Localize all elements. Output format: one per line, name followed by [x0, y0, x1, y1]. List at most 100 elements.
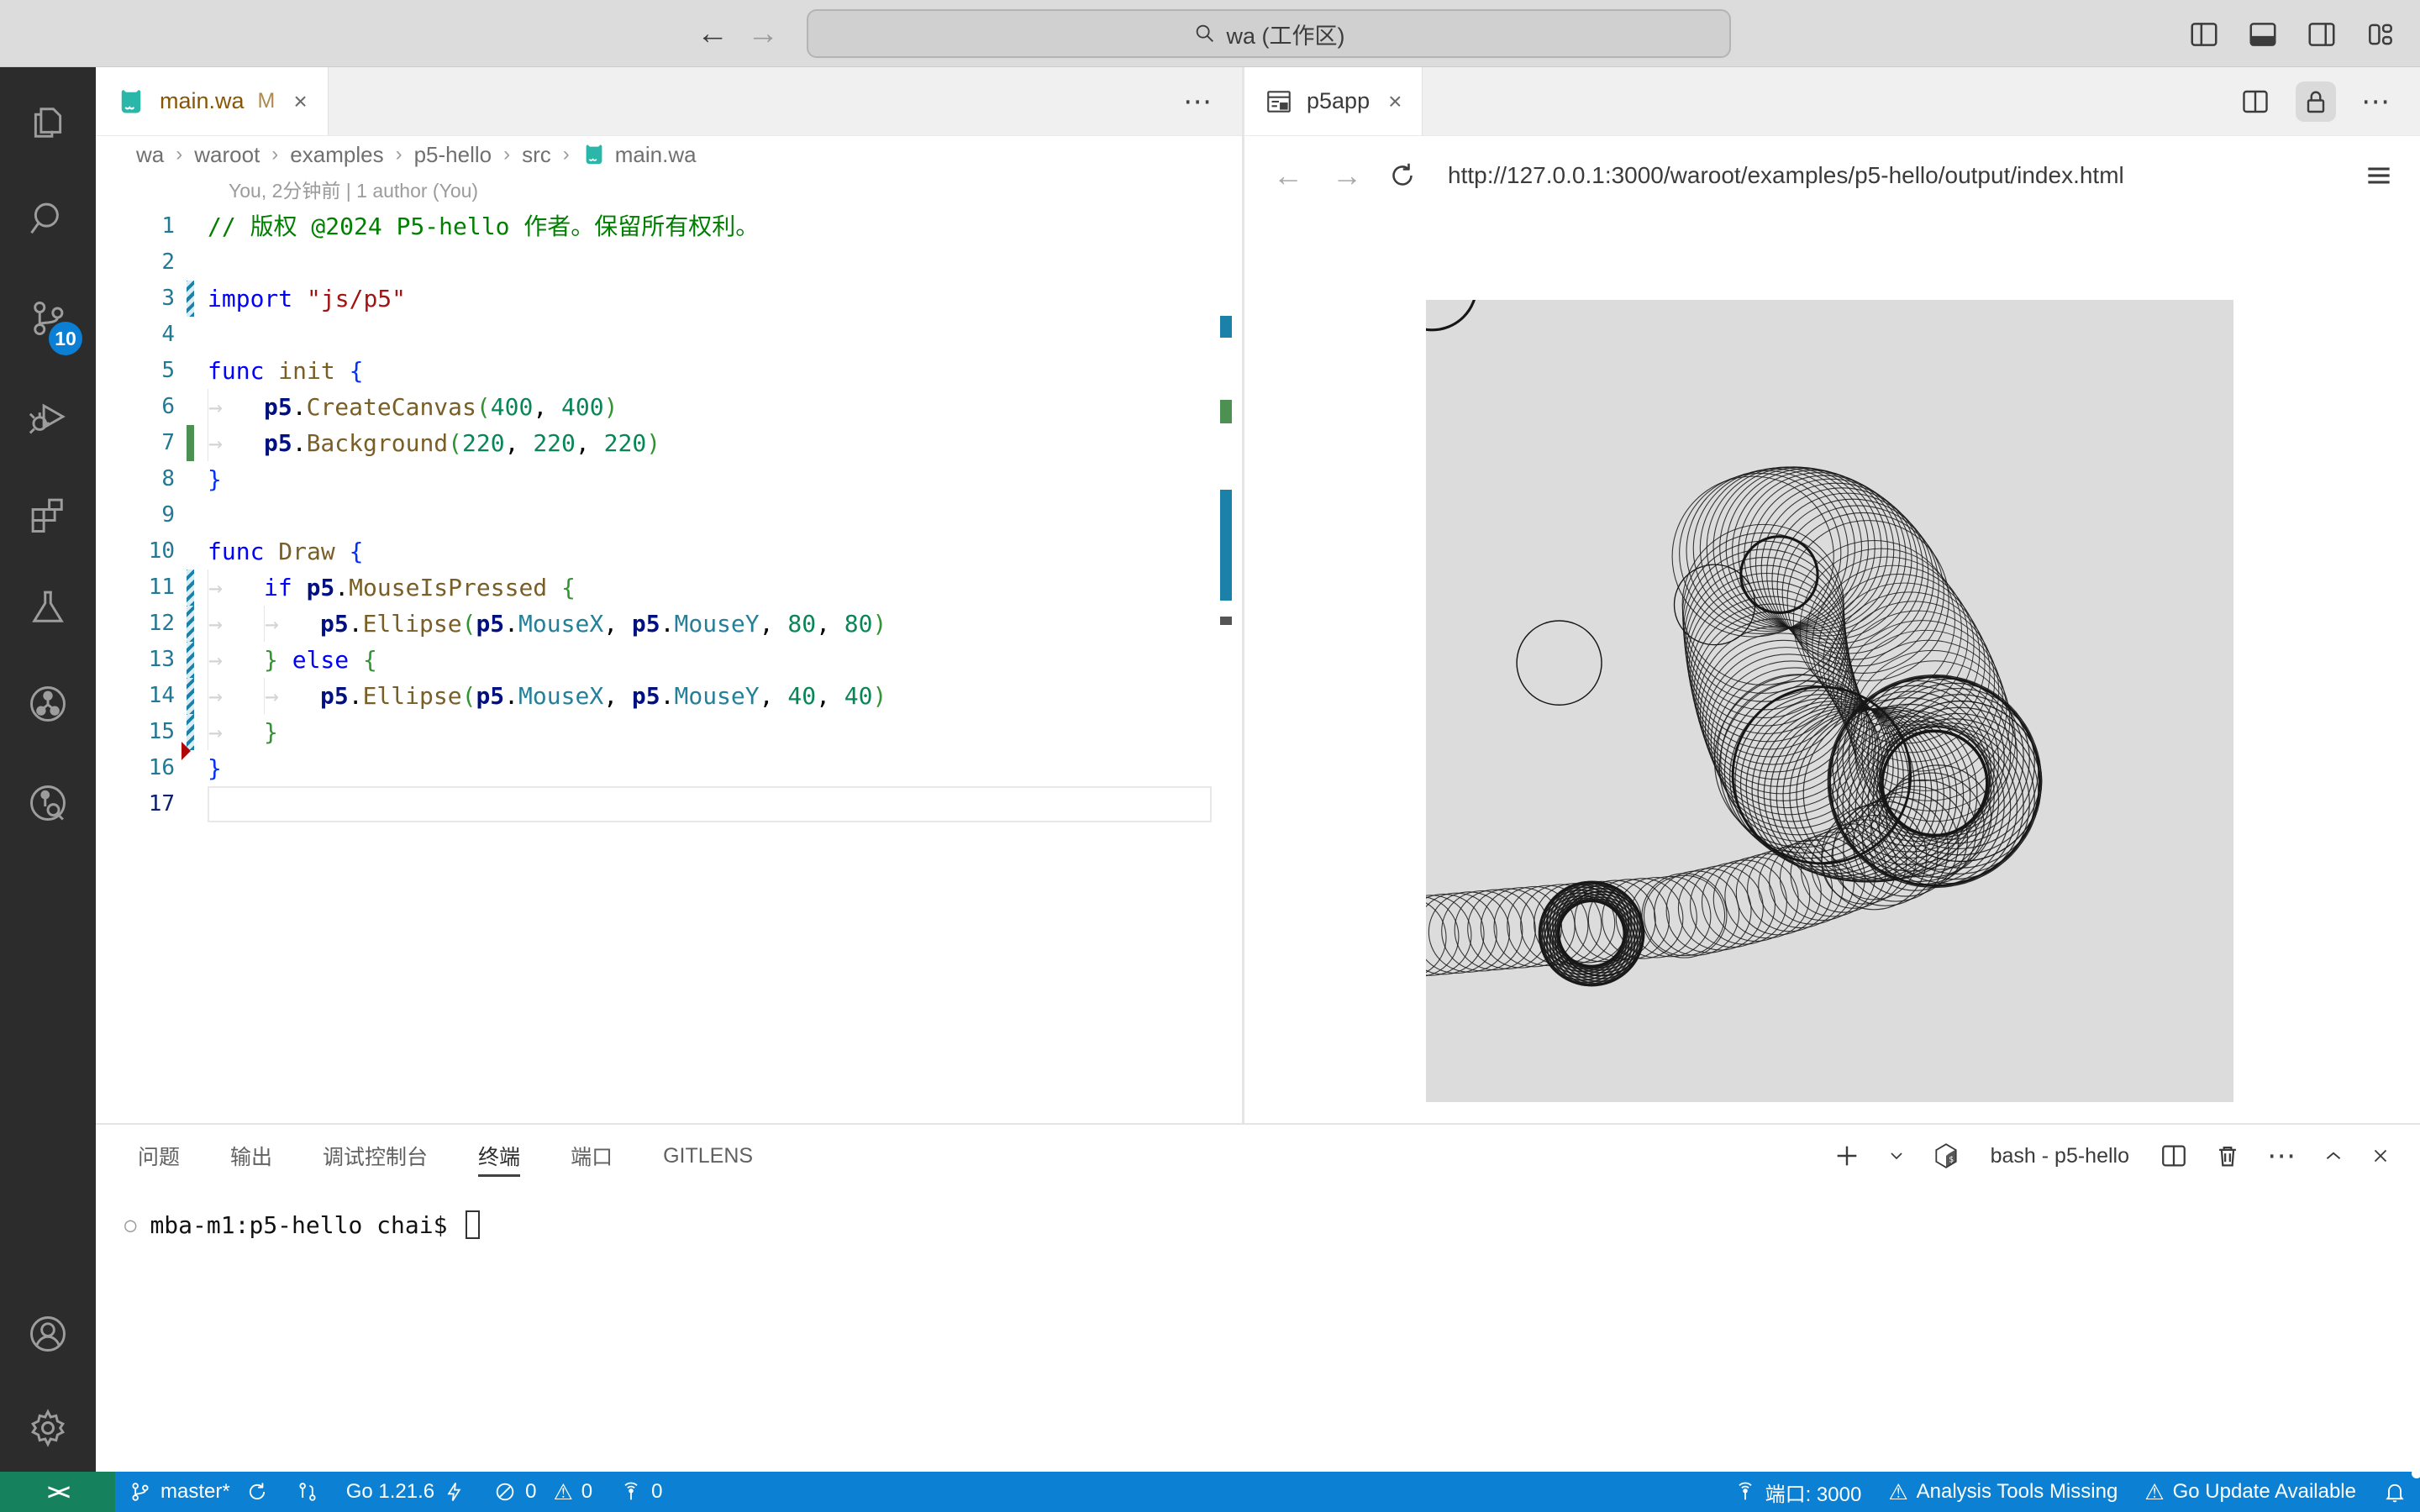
editor-group-preview: p5app × ⋯ ← → http://127.0.0.1:3000/waro… [1242, 67, 2420, 1123]
customize-layout-icon[interactable] [2365, 18, 2396, 50]
code-line[interactable]: 6 →p5.CreateCanvas(400, 400) [96, 389, 1242, 425]
code-text [208, 497, 1242, 533]
split-terminal-icon[interactable] [2160, 1142, 2188, 1170]
preview-menu-icon[interactable] [2363, 160, 2395, 192]
panel-tab-终端[interactable]: 终端 [478, 1125, 520, 1187]
code-line[interactable]: 4 [96, 317, 1242, 353]
kill-terminal-icon[interactable] [2213, 1142, 2242, 1170]
terminal-prompt: mba-m1:p5-hello chai$ [150, 1211, 447, 1239]
breadcrumb-item[interactable]: examples [290, 142, 383, 168]
analysis-tools-status[interactable]: ⚠ Analysis Tools Missing [1875, 1472, 2131, 1512]
panel-tab-输出[interactable]: 输出 [230, 1125, 272, 1187]
browser-preview-body[interactable] [1244, 214, 2420, 1123]
code-line[interactable]: 5func init { [96, 353, 1242, 389]
reload-icon[interactable] [1387, 160, 1418, 191]
code-line[interactable]: 11→if p5.MouseIsPressed { [96, 570, 1242, 606]
sidebar-item-explorer[interactable] [0, 82, 96, 163]
remote-indicator[interactable]: >< [0, 1472, 115, 1512]
breadcrumb-file[interactable]: main.wa [581, 142, 697, 168]
search-icon [26, 197, 70, 241]
git-compare-status[interactable] [282, 1472, 333, 1512]
sidebar-item-gitlens[interactable] [0, 664, 96, 744]
breadcrumb-item[interactable]: src [522, 142, 551, 168]
toggle-panel-icon[interactable] [2247, 18, 2279, 50]
terminal-title[interactable]: bash - p5-hello [1991, 1144, 2129, 1168]
panel-tab-端口[interactable]: 端口 [571, 1125, 613, 1187]
panel-tab-GITLENS[interactable]: GITLENS [663, 1125, 753, 1187]
code-line[interactable]: 8} [96, 461, 1242, 497]
history-back-button[interactable]: ← [694, 15, 731, 52]
editor-more-actions[interactable]: ⋯ [1183, 85, 1213, 118]
panel-more-actions[interactable]: ⋯ [2267, 1139, 2297, 1173]
broadcast-icon [1733, 1480, 1757, 1504]
close-panel-icon[interactable] [2370, 1142, 2391, 1170]
tab-p5app[interactable]: p5app × [1244, 67, 1423, 135]
notifications-button[interactable] [2370, 1472, 2420, 1512]
breadcrumb[interactable]: wa›waroot›examples›p5-hello›src›main.wa [96, 136, 1242, 173]
tab-close-icon[interactable]: × [1388, 88, 1402, 115]
sidebar-item-extensions[interactable] [0, 475, 96, 555]
toggle-secondary-sidebar-icon[interactable] [2306, 18, 2338, 50]
panel-tab-问题[interactable]: 问题 [138, 1125, 180, 1187]
line-number: 6 [96, 389, 175, 425]
overview-ruler[interactable] [1215, 173, 1237, 1123]
code-line[interactable]: 14→→p5.Ellipse(p5.MouseX, p5.MouseY, 40,… [96, 678, 1242, 714]
sidebar-item-source-control[interactable]: 10 [0, 278, 96, 359]
terminal[interactable]: ○ mba-m1:p5-hello chai$ [124, 1210, 2420, 1239]
git-branch-icon [129, 1480, 152, 1504]
panel-tab-调试控制台[interactable]: 调试控制台 [323, 1125, 428, 1187]
preview-lock-button[interactable] [2296, 81, 2336, 122]
code-text: →p5.CreateCanvas(400, 400) [208, 389, 1242, 425]
go-version-status[interactable]: Go 1.21.6 [333, 1472, 480, 1512]
terminal-dropdown-icon[interactable] [1886, 1142, 1907, 1170]
git-gutter-mod [187, 281, 194, 317]
code-editor[interactable]: You, 2分钟前 | 1 author (You) 1// 版权 @2024 … [96, 173, 1242, 1123]
code-line[interactable]: 17 [96, 786, 1242, 822]
history-forward-button[interactable]: → [744, 15, 781, 52]
new-terminal-icon[interactable] [1833, 1142, 1861, 1170]
settings-button[interactable] [0, 1388, 96, 1468]
sidebar-item-gitlens-inspect[interactable] [0, 763, 96, 843]
code-line[interactable]: 7→p5.Background(220, 220, 220) [96, 425, 1242, 461]
sidebar-item-run-debug[interactable] [0, 376, 96, 457]
git-gutter [187, 461, 194, 497]
problems-status[interactable]: 0 ⚠ 0 [480, 1472, 606, 1512]
git-gutter [187, 497, 194, 533]
split-editor-icon[interactable] [2240, 87, 2270, 117]
port-status[interactable]: 端口: 3000 [1720, 1472, 1876, 1512]
code-line[interactable]: 12→→p5.Ellipse(p5.MouseX, p5.MouseY, 80,… [96, 606, 1242, 642]
command-center[interactable]: wa (工作区) [807, 9, 1731, 58]
maximize-panel-icon[interactable] [2323, 1142, 2344, 1170]
tab-close-icon[interactable]: × [293, 88, 307, 115]
breadcrumb-item[interactable]: wa [136, 142, 164, 168]
code-line[interactable]: 2 [96, 244, 1242, 281]
preview-more-actions[interactable]: ⋯ [2361, 85, 2391, 118]
scm-badge: 10 [49, 322, 82, 355]
code-line[interactable]: 3import "js/p5" [96, 281, 1242, 317]
editor-group-code: main.wa M × ⋯ wa›waroot›examples›p5-hell… [96, 67, 1242, 1123]
feedback-status[interactable]: 0 [606, 1472, 676, 1512]
preview-forward-button[interactable]: → [1328, 158, 1365, 193]
account-button[interactable] [0, 1294, 96, 1374]
code-line[interactable]: 9 [96, 497, 1242, 533]
code-line[interactable]: 13→} else { [96, 642, 1242, 678]
go-update-status[interactable]: ⚠ Go Update Available [2131, 1472, 2370, 1512]
git-branch-status[interactable]: master* [115, 1472, 282, 1512]
tab-main-wa[interactable]: main.wa M × [96, 67, 329, 135]
sidebar-item-testing[interactable] [0, 567, 96, 648]
p5-canvas[interactable] [1426, 300, 2233, 1102]
code-line[interactable]: 10func Draw { [96, 533, 1242, 570]
title-bar: ← → wa (工作区) [0, 0, 2420, 67]
search-icon [1193, 22, 1217, 45]
code-lines: 1// 版权 @2024 P5-hello 作者。保留所有权利。23import… [96, 208, 1242, 822]
code-line[interactable]: 15→} [96, 714, 1242, 750]
code-line[interactable]: 16} [96, 750, 1242, 786]
line-number: 3 [96, 281, 175, 317]
code-line[interactable]: 1// 版权 @2024 P5-hello 作者。保留所有权利。 [96, 208, 1242, 244]
url-text[interactable]: http://127.0.0.1:3000/waroot/examples/p5… [1448, 162, 2341, 189]
breadcrumb-item[interactable]: p5-hello [414, 142, 492, 168]
sidebar-item-search[interactable] [0, 179, 96, 260]
breadcrumb-item[interactable]: waroot [194, 142, 260, 168]
preview-back-button[interactable]: ← [1270, 158, 1307, 193]
toggle-primary-sidebar-icon[interactable] [2188, 18, 2220, 50]
